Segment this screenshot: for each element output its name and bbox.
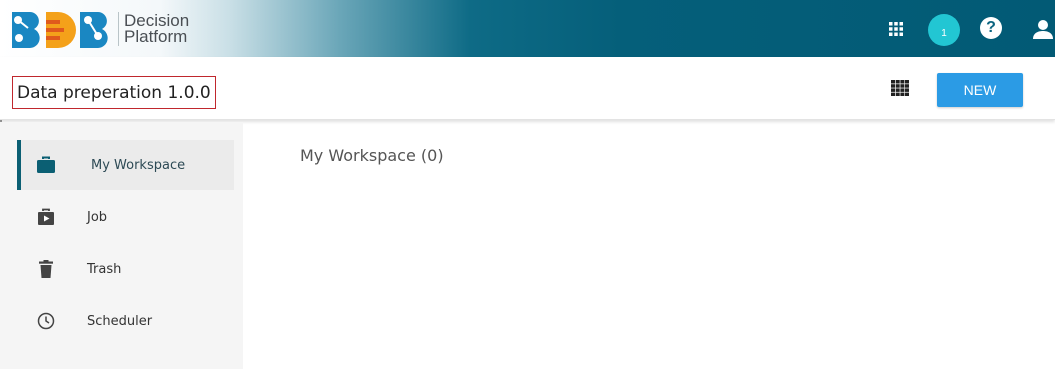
- new-button[interactable]: NEW: [937, 73, 1023, 107]
- job-play-icon: [35, 206, 57, 228]
- apps-grid-icon[interactable]: [886, 19, 906, 39]
- sidebar: My Workspace Job Trash Scheduler: [0, 122, 243, 369]
- project-title: Data preperation 1.0.0: [12, 76, 216, 109]
- sidebar-item-trash[interactable]: Trash: [17, 244, 234, 294]
- sidebar-item-scheduler[interactable]: Scheduler: [17, 296, 234, 346]
- brand-logo[interactable]: Decision Platform: [8, 8, 189, 50]
- briefcase-icon: [35, 154, 57, 176]
- page-title: My Workspace (0): [300, 146, 444, 165]
- notification-badge[interactable]: 1: [928, 14, 960, 46]
- bdb-logo-icon: [12, 12, 108, 48]
- sidebar-item-job[interactable]: Job: [17, 192, 234, 242]
- trash-icon: [35, 258, 57, 280]
- brand-name-line2: Platform: [124, 27, 188, 46]
- sidebar-item-my-workspace[interactable]: My Workspace: [17, 140, 234, 190]
- sidebar-item-label: My Workspace: [91, 157, 186, 173]
- logo-divider: [118, 12, 119, 46]
- help-icon[interactable]: ?: [980, 17, 1002, 39]
- apps-grid-icon[interactable]: [891, 80, 909, 96]
- notification-count: 1: [941, 28, 947, 39]
- sidebar-item-label: Trash: [87, 261, 122, 277]
- brand-name: Decision Platform: [124, 12, 189, 46]
- sidebar-item-label: Job: [87, 209, 108, 225]
- user-icon[interactable]: [1030, 15, 1055, 43]
- clock-icon: [35, 310, 57, 332]
- top-header: Decision Platform 1 ?: [0, 0, 1055, 57]
- sidebar-item-label: Scheduler: [87, 313, 153, 329]
